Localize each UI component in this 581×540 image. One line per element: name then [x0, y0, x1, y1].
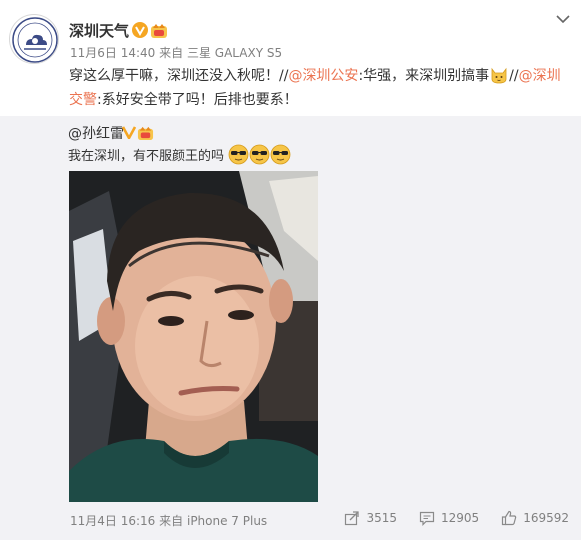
- verified-v-icon: [132, 22, 148, 38]
- post-device[interactable]: 三星 GALAXY S5: [187, 46, 282, 60]
- comment-button[interactable]: 12905: [419, 510, 479, 526]
- repost-meta: 11月4日 16:16 来自 iPhone 7 Plus: [70, 514, 268, 528]
- repost-device[interactable]: iPhone 7 Plus: [187, 514, 267, 528]
- cat-emoji-icon: [491, 67, 507, 84]
- cool-sunglasses-emoji-icon: [270, 144, 291, 165]
- chevron-down-icon[interactable]: [555, 13, 571, 25]
- weather-logo-icon: [12, 17, 58, 63]
- repost-stats: 3515 12905 169592: [322, 510, 569, 526]
- member-crown-icon: [137, 126, 154, 141]
- repost-time[interactable]: 11月4日 16:16: [70, 514, 155, 528]
- post-time[interactable]: 11月6日 14:40: [70, 46, 155, 60]
- member-crown-icon: [151, 24, 167, 38]
- comment-count: 12905: [441, 511, 480, 525]
- like-count: 169592: [523, 511, 569, 525]
- like-button[interactable]: 169592: [501, 510, 569, 526]
- post-meta: 11月6日 14:40 来自 三星 GALAXY S5: [70, 46, 283, 60]
- share-button[interactable]: 3515: [344, 510, 397, 526]
- share-count: 3515: [366, 511, 397, 525]
- share-icon: [345, 511, 360, 526]
- cool-sunglasses-emoji-icon: [249, 144, 270, 165]
- repost-text: 我在深圳，有不服颜王的吗: [68, 144, 291, 168]
- repost-block: @孙红雷 我在深圳，有不服颜王的吗 11月4日 16:16 来自 iPhone …: [0, 116, 581, 540]
- post-text: 穿这么厚干嘛，深圳还没入秋呢！//@深圳公安:华强，来深圳别搞事 //@深圳交警…: [69, 64, 569, 112]
- comment-icon: [419, 511, 435, 526]
- verified-v-icon: [122, 126, 136, 139]
- repost-photo[interactable]: [69, 171, 318, 502]
- selfie-image: [69, 171, 318, 502]
- repost-author[interactable]: @孙红雷: [68, 123, 124, 143]
- mention-link[interactable]: @深圳公安: [288, 68, 358, 84]
- weibo-post-card: 深圳天气 11月6日 14:40 来自 三星 GALAXY S5 穿这么厚干嘛，…: [0, 0, 581, 540]
- poster-name[interactable]: 深圳天气: [69, 20, 129, 41]
- avatar[interactable]: [9, 14, 59, 64]
- thumbs-up-icon: [502, 510, 517, 526]
- cool-sunglasses-emoji-icon: [228, 144, 249, 165]
